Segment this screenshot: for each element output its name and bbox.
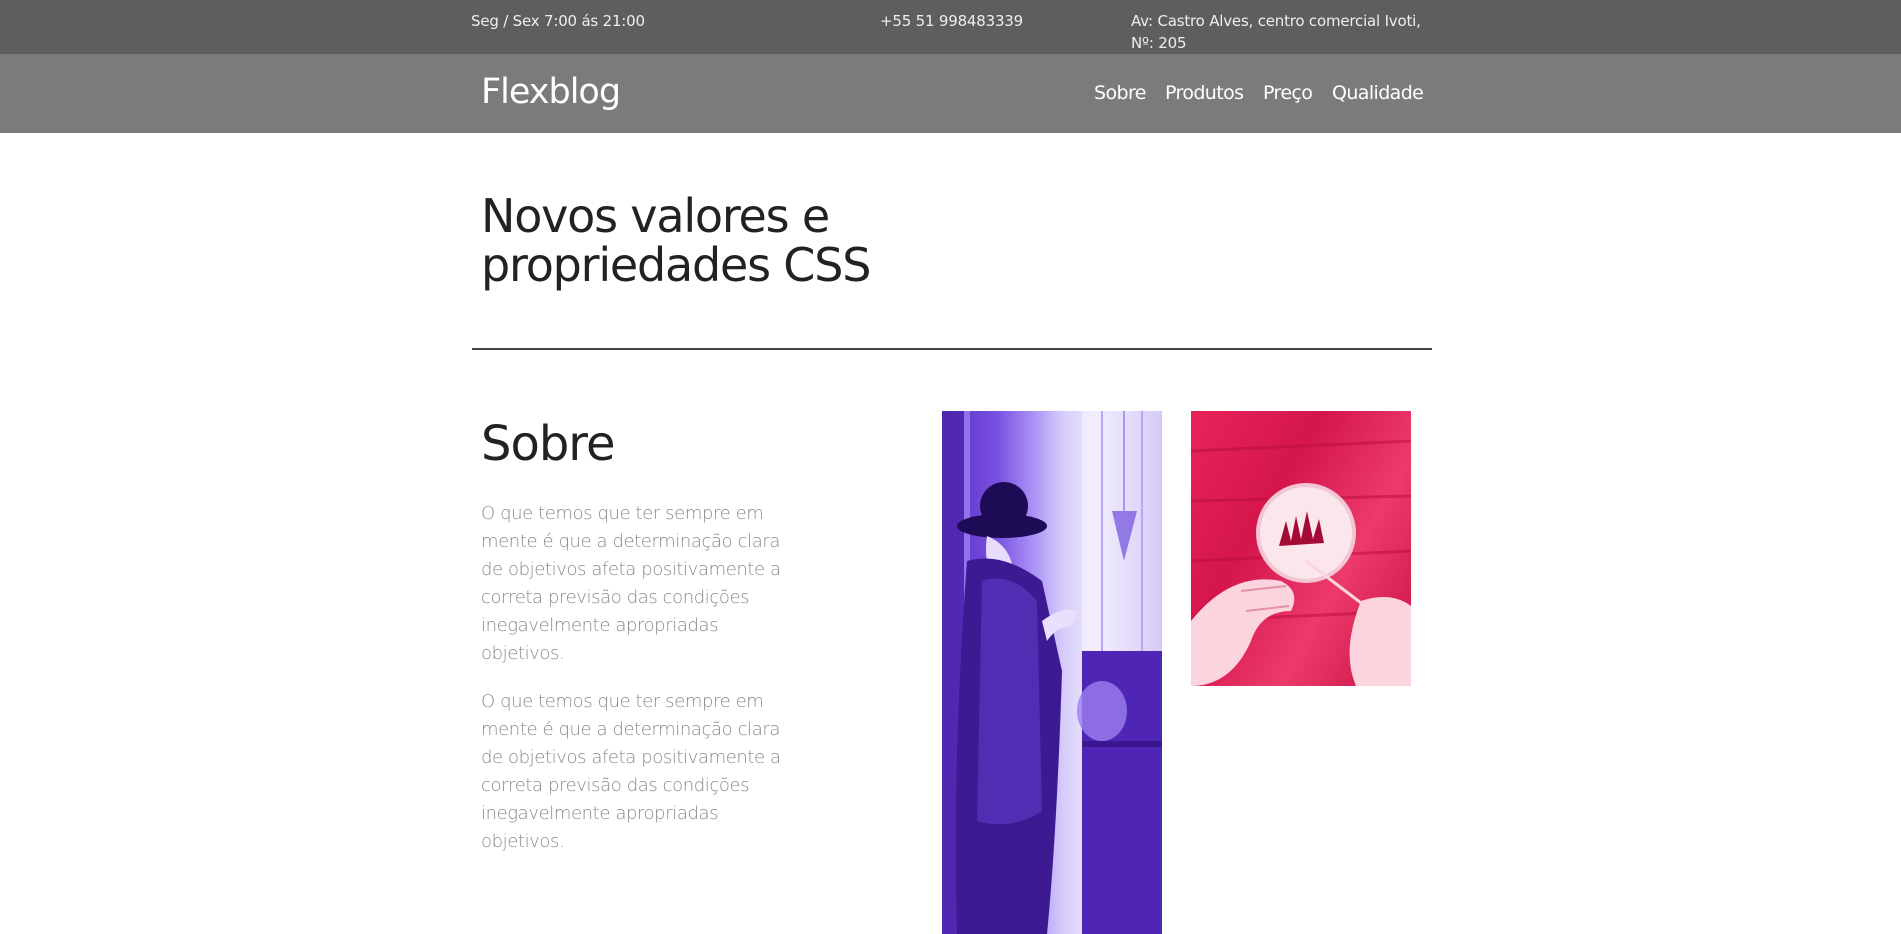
embroidery-hoop-illustration xyxy=(1191,439,1411,686)
nav-link-preco[interactable]: Preço xyxy=(1263,80,1313,106)
opening-hours: Seg / Sex 7:00 ás 21:00 xyxy=(471,12,645,30)
address: Av: Castro Alves, centro comercial Ivoti… xyxy=(1131,12,1421,52)
woman-hat-photo[interactable] xyxy=(942,411,1162,934)
about-paragraph: O que temos que ter sempre em mente é qu… xyxy=(481,691,781,852)
nav-link-produtos[interactable]: Produtos xyxy=(1165,80,1244,106)
phone-number[interactable]: +55 51 998483339 xyxy=(880,10,1023,32)
about-paragraph: O que temos que ter sempre em mente é qu… xyxy=(481,503,781,664)
main-navbar: Flexblog Sobre Produtos Preço Qualidade xyxy=(0,54,1901,133)
nav-link-qualidade[interactable]: Qualidade xyxy=(1332,80,1424,106)
brand-logo[interactable]: Flexblog xyxy=(481,70,621,114)
page-title: Novos valores e propriedades CSS xyxy=(481,189,871,292)
section-divider xyxy=(472,348,1432,350)
woman-hat-illustration xyxy=(942,411,1162,934)
nav-link-sobre[interactable]: Sobre xyxy=(1094,80,1146,106)
embroidery-hoop-photo[interactable] xyxy=(1191,411,1411,686)
top-info-bar: Seg / Sex 7:00 ás 21:00 +55 51 998483339… xyxy=(0,0,1901,54)
about-heading: Sobre xyxy=(481,416,616,472)
